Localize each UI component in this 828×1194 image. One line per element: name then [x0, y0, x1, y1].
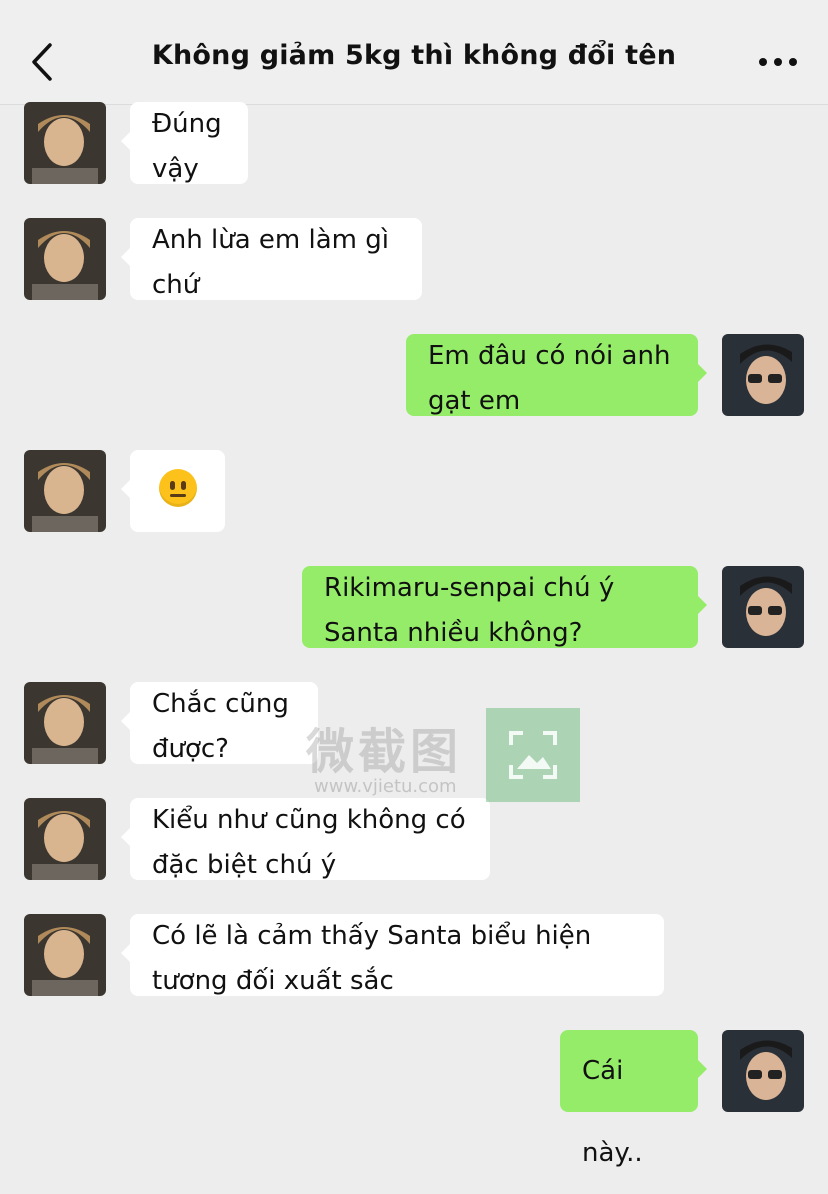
watermark-logo-icon — [486, 708, 580, 802]
avatar-contact[interactable] — [24, 102, 106, 184]
more-options-button[interactable] — [758, 44, 798, 80]
chat-header: Không giảm 5kg thì không đổi tên — [0, 0, 828, 105]
avatar-self[interactable] — [722, 334, 804, 416]
avatar-contact[interactable] — [24, 914, 106, 996]
message-bubble[interactable]: Cái này.. — [560, 1030, 707, 1168]
message-bubble[interactable]: Có lẽ là cảm thấy Santa biểu hiện tương … — [121, 914, 664, 996]
watermark: 微截图 www.vjietu.com — [306, 708, 586, 804]
message-bubble[interactable]: Chắc cũng được? — [121, 682, 318, 764]
neutral-face-icon — [158, 469, 197, 507]
message-bubble[interactable] — [121, 450, 225, 532]
message-bubble[interactable]: Đúng vậy — [121, 102, 248, 184]
avatar-contact[interactable] — [24, 682, 106, 764]
watermark-text: 微截图 — [306, 724, 463, 780]
chat-title: Không giảm 5kg thì không đổi tên — [151, 40, 677, 71]
more-dots-icon — [759, 58, 797, 66]
watermark-url: www.vjietu.com — [314, 776, 457, 797]
avatar-contact[interactable] — [24, 798, 106, 880]
avatar-self[interactable] — [722, 566, 804, 648]
avatar-self[interactable] — [722, 1030, 804, 1112]
message-bubble[interactable]: Em đâu có nói anh gạt em — [406, 334, 707, 416]
avatar-contact[interactable] — [24, 450, 106, 532]
message-bubble[interactable]: Rikimaru-senpai chú ý Santa nhiều không? — [302, 566, 707, 648]
avatar-contact[interactable] — [24, 218, 106, 300]
message-bubble[interactable]: Anh lừa em làm gì chứ — [121, 218, 422, 300]
message-bubble[interactable]: Kiểu như cũng không có đặc biệt chú ý — [121, 798, 490, 880]
